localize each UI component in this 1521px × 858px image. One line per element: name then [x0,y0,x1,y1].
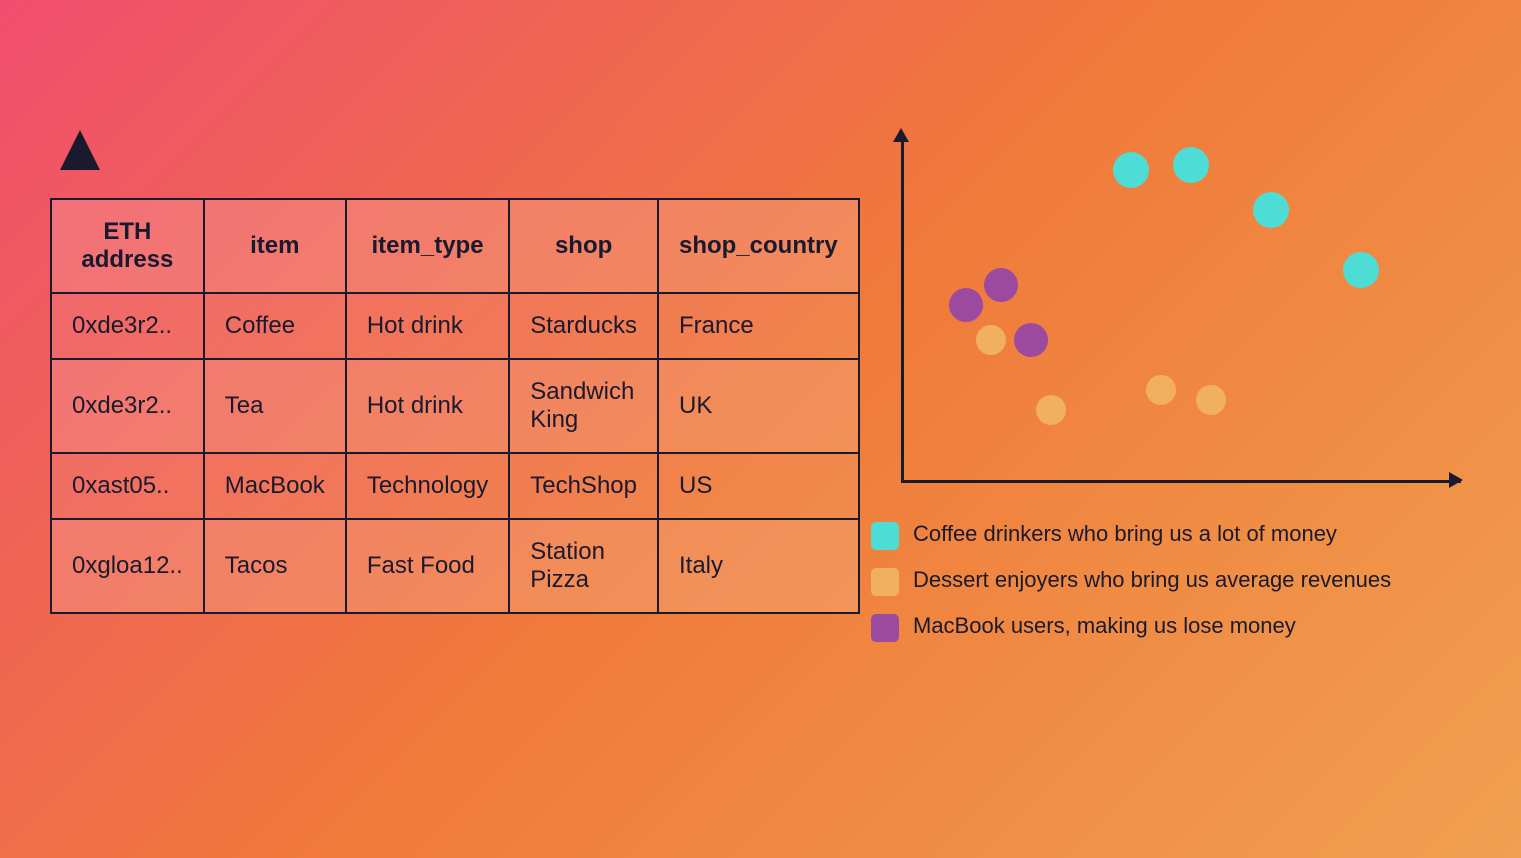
cell-r3-c2: Fast Food [346,519,509,613]
table-row: 0xgloa12..TacosFast FoodStation PizzaIta… [51,519,859,613]
col-header-item-type: item_type [346,199,509,293]
cell-r1-c3: Sandwich King [509,359,658,453]
right-panel: Coffee drinkers who bring us a lot of mo… [841,140,1491,760]
col-header-eth: ETH address [51,199,204,293]
legend-label-0: Coffee drinkers who bring us a lot of mo… [913,520,1337,549]
x-axis-arrow [1449,472,1463,488]
left-panel: ETH address item item_type shop shop_cou… [50,130,850,614]
logo-area [60,130,850,170]
col-header-item: item [204,199,346,293]
scatter-dot-cyan-1 [1173,147,1209,183]
page-title [0,0,1521,40]
chart-legend: Coffee drinkers who bring us a lot of mo… [871,520,1491,642]
table-row: 0xde3r2..CoffeeHot drinkStarducksFrance [51,293,859,359]
legend-item-0: Coffee drinkers who bring us a lot of mo… [871,520,1491,550]
cell-r1-c2: Hot drink [346,359,509,453]
cell-r3-c3: Station Pizza [509,519,658,613]
cell-r0-c0: 0xde3r2.. [51,293,204,359]
cell-r2-c0: 0xast05.. [51,453,204,519]
table-header-row: ETH address item item_type shop shop_cou… [51,199,859,293]
scatter-dot-purple-10 [1014,323,1048,357]
data-table: ETH address item item_type shop shop_cou… [50,198,860,614]
cell-r2-c1: MacBook [204,453,346,519]
table-body: 0xde3r2..CoffeeHot drinkStarducksFrance0… [51,293,859,613]
cell-r2-c3: TechShop [509,453,658,519]
cell-r3-c1: Tacos [204,519,346,613]
y-axis [901,140,904,480]
legend-label-2: MacBook users, making us lose money [913,612,1296,641]
cell-r3-c0: 0xgloa12.. [51,519,204,613]
legend-label-1: Dessert enjoyers who bring us average re… [913,566,1391,595]
cell-r3-c4: Italy [658,519,859,613]
scatter-dot-cyan-3 [1343,252,1379,288]
x-axis [901,480,1461,483]
legend-color-2 [871,614,899,642]
legend-item-2: MacBook users, making us lose money [871,612,1491,642]
cell-r0-c4: France [658,293,859,359]
legend-color-0 [871,522,899,550]
scatter-dot-orange-6 [1146,375,1176,405]
tableland-logo-icon [60,130,100,170]
cell-r0-c3: Starducks [509,293,658,359]
cell-r0-c1: Coffee [204,293,346,359]
cell-r1-c4: UK [658,359,859,453]
col-header-shop-country: shop_country [658,199,859,293]
legend-item-1: Dessert enjoyers who bring us average re… [871,566,1491,596]
scatter-dot-cyan-0 [1113,152,1149,188]
legend-color-1 [871,568,899,596]
col-header-shop: shop [509,199,658,293]
scatter-dot-purple-8 [949,288,983,322]
table-row: 0xast05..MacBookTechnologyTechShopUS [51,453,859,519]
cell-r2-c2: Technology [346,453,509,519]
scatter-dot-cyan-2 [1253,192,1289,228]
scatter-dot-orange-7 [1196,385,1226,415]
cell-r2-c4: US [658,453,859,519]
cell-r0-c2: Hot drink [346,293,509,359]
scatter-dot-purple-9 [984,268,1018,302]
scatter-chart [871,140,1471,510]
scatter-dot-orange-5 [1036,395,1066,425]
cell-r1-c0: 0xde3r2.. [51,359,204,453]
cell-r1-c1: Tea [204,359,346,453]
table-row: 0xde3r2..TeaHot drinkSandwich KingUK [51,359,859,453]
scatter-dot-orange-4 [976,325,1006,355]
